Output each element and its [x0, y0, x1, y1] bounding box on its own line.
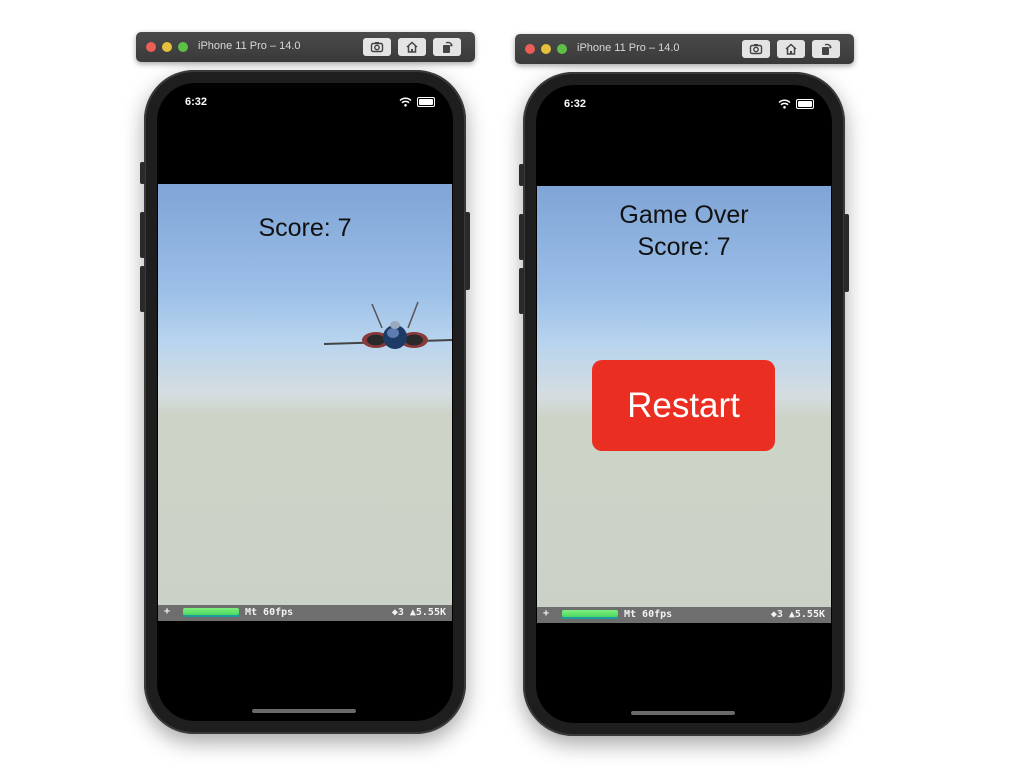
iphone-frame: 6:32 Game Over Score: 7 Restart + Mt 60f… [519, 72, 849, 736]
hud-expand-button[interactable]: + [543, 608, 549, 619]
simulator-window-game-over: iPhone 11 Pro – 14.0 6:32 Game Over Scor… [515, 34, 855, 754]
game-viewport: Game Over Score: 7 Restart + Mt 60fps ◆3… [537, 186, 831, 623]
hud-stats: ◆3 ▲5.55K [770, 609, 825, 620]
screenshot-icon [749, 44, 763, 55]
notch [605, 85, 763, 111]
rotate-icon [822, 43, 832, 55]
home-button[interactable] [398, 38, 426, 56]
power-button[interactable] [844, 214, 849, 292]
performance-hud: + Mt 60fps ◆3 ▲5.55K [158, 605, 452, 621]
game-viewport[interactable]: Score: 7 + Mt 60fps ◆3 ▲5.55K [158, 184, 452, 621]
close-window-button[interactable] [146, 42, 156, 52]
wifi-icon [399, 97, 412, 107]
home-icon [406, 41, 418, 53]
volume-down-button[interactable] [519, 268, 524, 314]
restart-button[interactable]: Restart [592, 360, 775, 451]
screenshot-button[interactable] [363, 38, 391, 56]
game-over-label: Game Over [619, 201, 749, 229]
window-titlebar[interactable]: iPhone 11 Pro – 14.0 [515, 34, 854, 64]
screenshot-button[interactable] [742, 40, 770, 58]
home-button[interactable] [777, 40, 805, 58]
zoom-window-button[interactable] [557, 44, 567, 54]
jet-plane [324, 301, 452, 349]
mute-switch[interactable] [519, 164, 524, 186]
hud-stats: ◆3 ▲5.55K [391, 607, 446, 618]
performance-hud: + Mt 60fps ◆3 ▲5.55K [537, 607, 831, 623]
volume-up-button[interactable] [519, 214, 524, 260]
status-time: 6:32 [564, 98, 587, 110]
battery-icon [417, 97, 435, 107]
rotate-button[interactable] [433, 38, 461, 56]
rotate-icon [443, 41, 453, 53]
battery-icon [796, 99, 814, 109]
home-indicator[interactable] [631, 711, 735, 715]
simulator-window-playing: iPhone 11 Pro – 14.0 6:32 Score: 7 + Mt … [136, 32, 476, 752]
status-icons [778, 99, 814, 109]
notch [226, 83, 384, 109]
window-title: iPhone 11 Pro – 14.0 [577, 42, 680, 54]
mute-switch[interactable] [140, 162, 145, 184]
window-titlebar[interactable]: iPhone 11 Pro – 14.0 [136, 32, 475, 62]
hud-frame-bar [562, 610, 618, 619]
volume-down-button[interactable] [140, 266, 145, 312]
close-window-button[interactable] [525, 44, 535, 54]
hud-fps: Mt 60fps [624, 609, 673, 620]
phone-screen: 6:32 Score: 7 + Mt 60fps ◆3 ▲5.55K [157, 83, 453, 721]
hud-fps: Mt 60fps [245, 607, 294, 618]
zoom-window-button[interactable] [178, 42, 188, 52]
minimize-window-button[interactable] [162, 42, 172, 52]
wifi-icon [778, 99, 791, 109]
screenshot-icon [370, 42, 384, 53]
home-indicator[interactable] [252, 709, 356, 713]
minimize-window-button[interactable] [541, 44, 551, 54]
hud-frame-bar [183, 608, 239, 617]
score-label: Score: 7 [258, 214, 352, 242]
iphone-frame: 6:32 Score: 7 + Mt 60fps ◆3 ▲5.55K [140, 70, 470, 734]
home-icon [785, 43, 797, 55]
power-button[interactable] [465, 212, 470, 290]
phone-screen: 6:32 Game Over Score: 7 Restart + Mt 60f… [536, 85, 832, 723]
volume-up-button[interactable] [140, 212, 145, 258]
status-time: 6:32 [185, 96, 208, 108]
status-icons [399, 97, 435, 107]
hud-expand-button[interactable]: + [164, 606, 170, 617]
final-score-label: Score: 7 [637, 233, 731, 261]
rotate-button[interactable] [812, 40, 840, 58]
window-title: iPhone 11 Pro – 14.0 [198, 40, 301, 52]
